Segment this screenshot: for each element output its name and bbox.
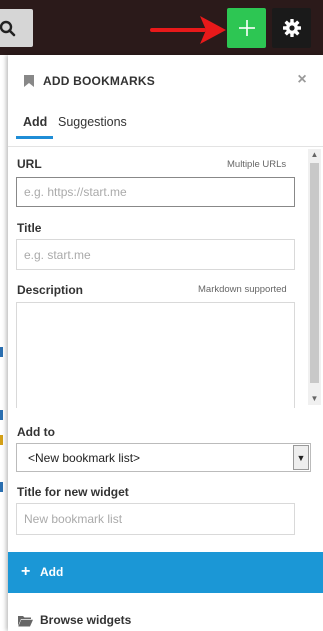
markdown-hint: Markdown supported <box>198 284 287 295</box>
search-icon <box>0 20 16 37</box>
page-fragment <box>0 410 3 420</box>
title-label: Title <box>17 221 42 235</box>
add-to-value: <New bookmark list> <box>28 451 141 465</box>
page-fragment <box>0 482 3 492</box>
add-bookmark-button[interactable] <box>227 8 266 48</box>
scroll-down-icon[interactable]: ▼ <box>308 393 321 405</box>
page-fragment <box>0 347 3 357</box>
tab-bar: Add Suggestions <box>16 110 316 142</box>
add-button[interactable]: + Add <box>8 552 323 593</box>
add-button-label: Add <box>40 565 64 579</box>
url-label: URL <box>17 157 42 171</box>
settings-button[interactable] <box>272 8 311 48</box>
widget-title-label: Title for new widget <box>17 485 129 499</box>
add-to-label: Add to <box>17 425 55 439</box>
description-textarea[interactable] <box>16 302 295 408</box>
form-scrollbar[interactable]: ▲ ▼ <box>308 149 321 405</box>
widget-title-input[interactable] <box>16 503 295 535</box>
red-arrow-annotation <box>150 16 226 44</box>
panel-title: ADD BOOKMARKS <box>43 74 155 88</box>
add-to-select[interactable]: <New bookmark list> ▼ <box>16 443 311 472</box>
tab-add[interactable]: Add <box>16 115 54 139</box>
panel-header: ADD BOOKMARKS × <box>8 55 323 107</box>
folder-icon <box>18 616 33 627</box>
multiple-urls-link[interactable]: Multiple URLs <box>227 159 286 170</box>
description-label: Description <box>17 283 84 297</box>
title-input[interactable] <box>16 239 295 270</box>
chevron-down-icon[interactable]: ▼ <box>293 445 309 470</box>
gear-icon <box>282 19 301 37</box>
add-bookmarks-panel: ADD BOOKMARKS × Add Suggestions URL Mult… <box>8 55 323 631</box>
scrollbar-thumb[interactable] <box>310 163 319 383</box>
plus-icon: + <box>21 563 31 580</box>
background-page-strip <box>0 55 8 631</box>
url-input[interactable] <box>16 177 295 207</box>
close-icon[interactable]: × <box>295 72 309 88</box>
top-bar <box>0 0 323 55</box>
tab-suggestions[interactable]: Suggestions <box>58 115 127 136</box>
plus-icon <box>238 20 255 36</box>
search-button[interactable] <box>0 9 33 47</box>
bookmark-icon <box>24 75 34 87</box>
page-fragment <box>0 435 3 445</box>
scroll-up-icon[interactable]: ▲ <box>308 149 321 161</box>
browse-widgets-label: Browse widgets <box>40 613 132 627</box>
form-scroll-area: URL Multiple URLs Title Description Mark… <box>8 146 323 408</box>
